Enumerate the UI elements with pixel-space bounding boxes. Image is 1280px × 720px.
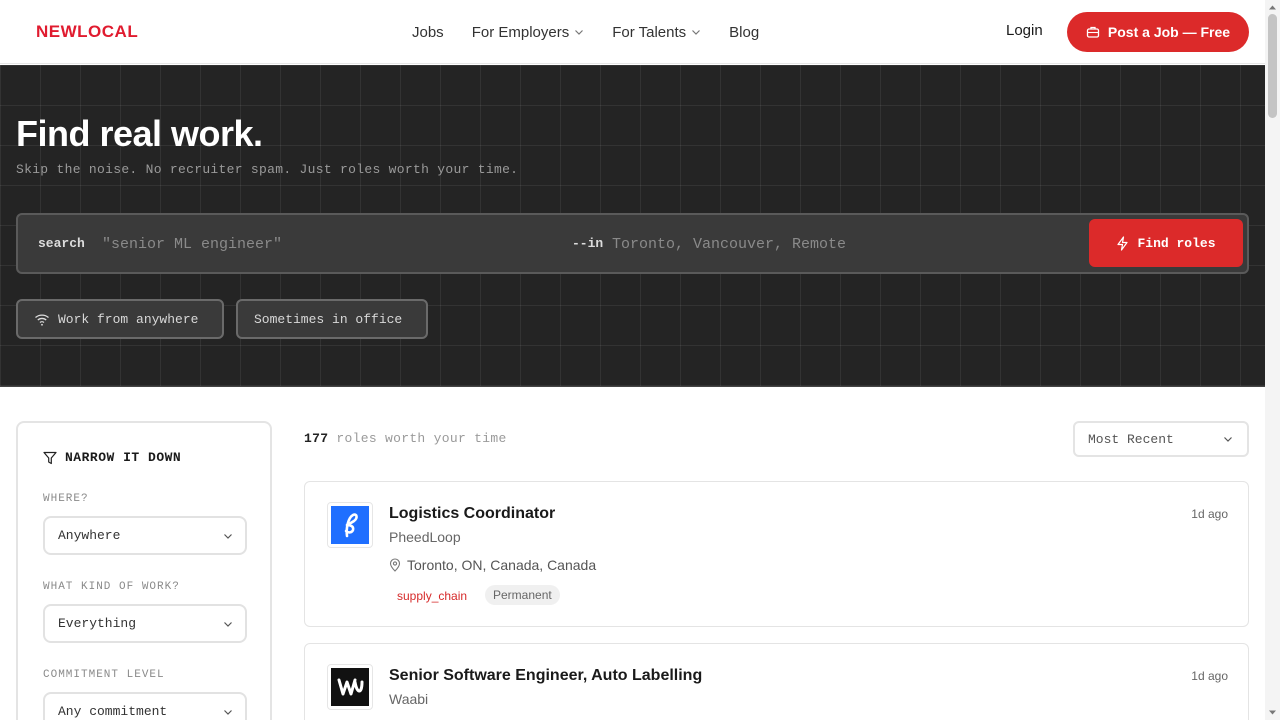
waabi-logo-icon — [331, 668, 369, 706]
hero-title: Find real work. — [16, 113, 263, 154]
chip-work-from-anywhere-label: Work from anywhere — [58, 311, 199, 327]
job-title[interactable]: Senior Software Engineer, Auto Labelling — [389, 667, 702, 685]
filter-title-label: NARROW IT DOWN — [65, 450, 182, 465]
hero-subtitle: Skip the noise. No recruiter spam. Just … — [16, 162, 519, 177]
company-logo — [327, 502, 373, 548]
chip-work-from-anywhere[interactable]: Work from anywhere — [16, 299, 224, 339]
kind-select[interactable]: Everything — [43, 604, 247, 643]
kind-select-value: Everything — [58, 616, 137, 631]
nav-for-talents-label: For Talents — [612, 23, 687, 41]
where-label: WHERE? — [43, 493, 89, 505]
job-card[interactable]: Senior Software Engineer, Auto Labelling… — [304, 643, 1249, 720]
chevron-down-icon — [1224, 437, 1232, 442]
login-link[interactable]: Login — [1006, 22, 1043, 39]
sort-select-value: Most Recent — [1088, 431, 1174, 447]
chevron-down-icon — [224, 533, 232, 539]
nav-for-employers[interactable]: For Employers — [472, 24, 585, 41]
company-name: PheedLoop — [389, 529, 461, 545]
where-select[interactable]: Anywhere — [43, 516, 247, 555]
commitment-select[interactable]: Any commitment — [43, 692, 247, 720]
find-roles-button[interactable]: Find roles — [1089, 219, 1243, 267]
kind-label: WHAT KIND OF WORK? — [43, 581, 180, 593]
filter-icon — [43, 451, 57, 464]
nav-jobs[interactable]: Jobs — [412, 24, 444, 41]
results-count: 177 roles worth your time — [304, 431, 507, 446]
company-logo — [327, 664, 373, 710]
results-count-number: 177 — [304, 431, 329, 446]
posted-time: 1d ago — [1191, 507, 1228, 521]
commitment-label: COMMITMENT LEVEL — [43, 669, 165, 681]
job-location-label: Toronto, ON, Canada, Canada — [407, 557, 597, 573]
wifi-icon — [35, 313, 49, 326]
nav-blog[interactable]: Blog — [729, 24, 759, 41]
post-job-button[interactable]: Post a Job — Free — [1067, 12, 1249, 52]
search-label: search — [38, 236, 85, 251]
company-name: Waabi — [389, 691, 429, 707]
page-scrollbar[interactable] — [1265, 0, 1280, 720]
where-select-value: Anywhere — [58, 528, 121, 543]
nav-for-employers-label: For Employers — [471, 23, 570, 41]
job-card[interactable]: Logistics Coordinator PheedLoop Toronto,… — [304, 481, 1249, 627]
filter-sidebar: NARROW IT DOWN WHERE? Anywhere WHAT KIND… — [16, 421, 272, 720]
main-nav: Jobs For Employers For Talents Blog — [412, 0, 787, 64]
lightning-icon — [1117, 235, 1129, 251]
chip-sometimes-in-office-label: Sometimes in office — [254, 311, 403, 327]
nav-blog-label: Blog — [729, 23, 760, 41]
search-input[interactable] — [102, 231, 562, 257]
location-input[interactable] — [612, 231, 1072, 257]
site-logo[interactable]: NEWLOCAL — [36, 22, 138, 42]
employment-type-badge: Permanent — [485, 585, 560, 605]
job-title[interactable]: Logistics Coordinator — [389, 505, 555, 523]
commitment-select-value: Any commitment — [58, 704, 168, 719]
briefcase-icon — [1086, 26, 1100, 38]
nav-for-talents[interactable]: For Talents — [612, 24, 701, 41]
chevron-down-icon — [575, 30, 584, 35]
filter-title: NARROW IT DOWN — [43, 450, 181, 465]
category-tag[interactable]: supply_chain — [397, 589, 467, 603]
chevron-down-icon — [224, 709, 232, 715]
scroll-down-icon[interactable] — [1268, 708, 1277, 717]
hero-section: Find real work. Skip the noise. No recru… — [0, 65, 1265, 387]
results-count-suffix: roles worth your time — [336, 431, 507, 446]
search-bar: search --in Find roles — [16, 213, 1249, 274]
sort-select[interactable]: Most Recent — [1073, 421, 1249, 457]
scroll-up-icon[interactable] — [1268, 3, 1277, 12]
post-job-label: Post a Job — Free — [1107, 24, 1231, 40]
chevron-down-icon — [224, 621, 232, 627]
location-label: --in — [572, 236, 604, 251]
map-pin-icon — [389, 558, 401, 572]
scrollbar-thumb[interactable] — [1268, 14, 1277, 118]
chip-sometimes-in-office[interactable]: Sometimes in office — [236, 299, 428, 339]
job-location: Toronto, ON, Canada, Canada — [389, 557, 596, 573]
pheedloop-logo-icon — [331, 506, 369, 544]
chevron-down-icon — [692, 30, 701, 35]
nav-jobs-label: Jobs — [412, 23, 444, 41]
posted-time: 1d ago — [1191, 669, 1228, 683]
top-header: NEWLOCAL Jobs For Employers For Talents … — [0, 0, 1265, 64]
find-roles-label: Find roles — [1137, 235, 1216, 251]
